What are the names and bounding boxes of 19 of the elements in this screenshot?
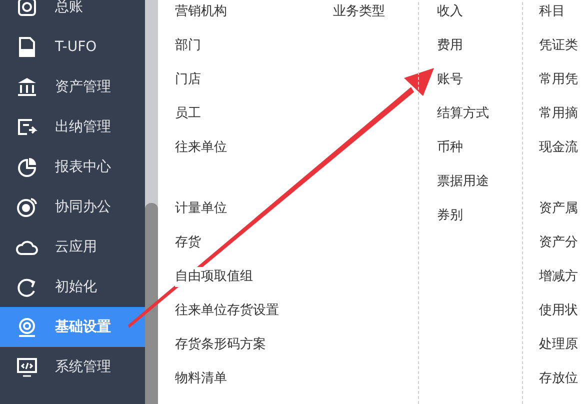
sidebar-item[interactable]: 系统管理 [0,347,145,387]
menu-item-icon [16,356,38,378]
menu-item-icon [16,156,38,178]
sidebar-item[interactable]: 出纳管理 [0,107,145,147]
sidebar-item[interactable]: 资产管理 [0,67,145,107]
menu-item-icon [16,0,38,18]
menu-link[interactable]: 自由项取值组 [175,267,253,287]
sidebar-item[interactable]: 协同办公 [0,187,145,227]
sidebar-item[interactable]: T-UFO [0,27,145,67]
menu-item-icon [16,36,38,58]
menu-item-icon [16,196,38,218]
scrollbar-thumb[interactable] [145,203,158,404]
menu-item-icon [16,316,38,338]
menu-item-icon [16,76,38,98]
sidebar-item[interactable]: 报表中心 [0,147,145,187]
sidebar-item[interactable]: 云应用 [0,227,145,267]
menu-item-icon [16,116,38,138]
menu-item-icon [16,276,38,298]
sidebar-item[interactable]: 初始化 [0,267,145,307]
